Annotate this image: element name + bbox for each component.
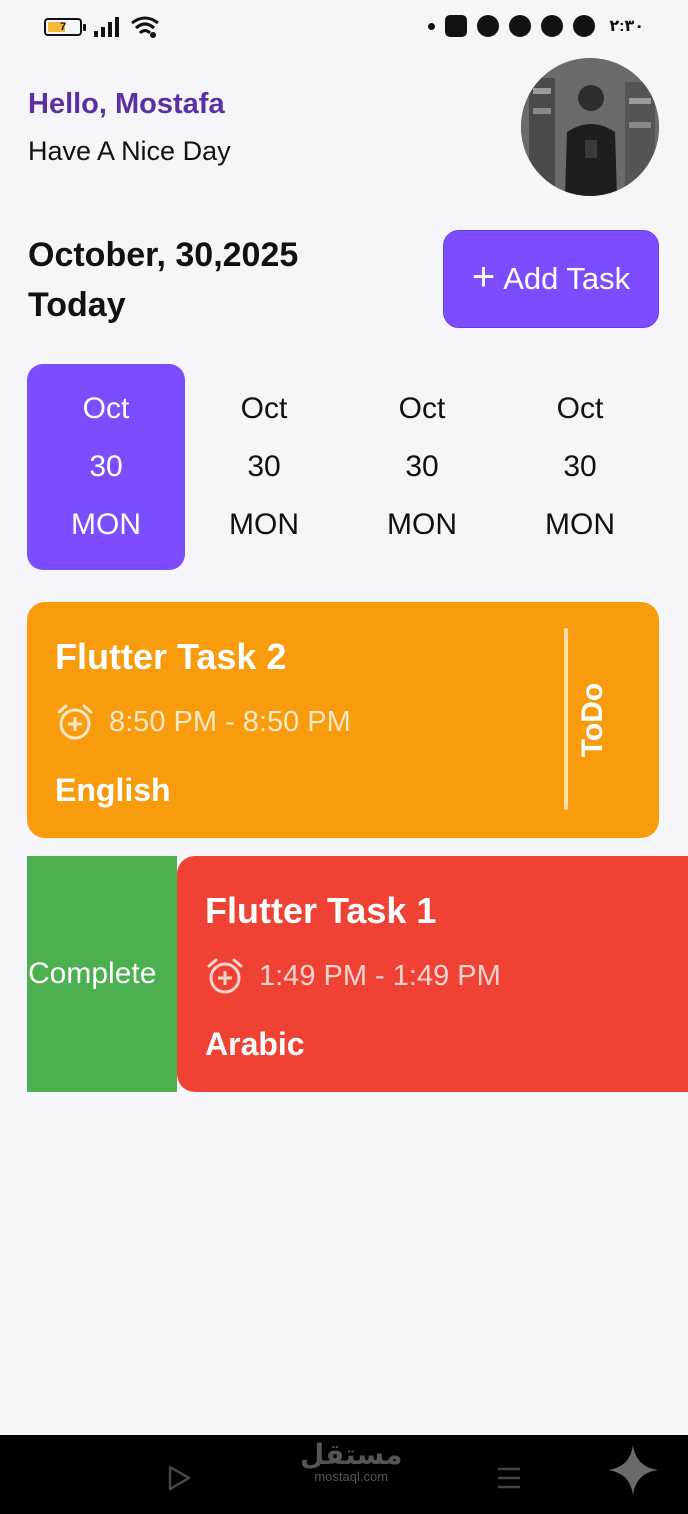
date-weekday: MON [545,508,615,541]
date-cell[interactable]: Oct 30 MON [501,364,659,570]
status-bar: 7 ٢:٣٠ [0,0,688,56]
date-month: Oct [556,392,604,425]
signal-icon [94,17,119,37]
today-label: Today [28,286,126,324]
complete-label: Complete [28,957,157,990]
alarm-add-icon [207,958,243,994]
app-icon [445,15,468,37]
complete-action[interactable]: Complete [27,856,177,1092]
task-status: ToDo [576,682,609,758]
battery-icon: 7 [44,18,86,36]
task-time: 8:50 PM - 8:50 PM [109,705,351,738]
date-cell[interactable]: Oct 30 MON [185,364,343,570]
play-icon[interactable] [166,1465,192,1491]
date-cell-selected[interactable]: Oct 30 MON [27,364,185,570]
task-card[interactable]: Flutter Task 1 1:49 PM - 1:49 PM Arabic [177,856,688,1092]
add-task-label: Add Task [503,261,631,296]
watermark-latin: mostaql.com [314,1469,389,1484]
wifi-icon [131,16,159,38]
greeting-subtitle: Have A Nice Day [28,136,231,166]
app-icon [477,15,500,37]
task-card[interactable]: Flutter Task 2 8:50 PM - 8:50 PM English… [27,602,659,838]
greeting-title: Hello, Mostafa [28,88,225,120]
status-divider [564,628,568,810]
date-month: Oct [82,392,130,425]
task-category: English [55,772,171,808]
watermark: مستقل mostaql.com [300,1439,403,1485]
chat-icon [573,15,596,37]
whatsapp-icon [541,15,564,37]
menu-icon[interactable] [496,1465,522,1491]
avatar-photo [521,58,659,196]
task-time-row: 1:49 PM - 1:49 PM [205,956,501,996]
system-nav-bar: مستقل mostaql.com [0,1435,688,1514]
status-right: ٢:٣٠ [428,15,644,37]
current-date: October, 30,2025 [28,236,299,274]
status-left: 7 [44,16,160,38]
watermark-arabic: مستقل [300,1439,403,1470]
avatar[interactable] [521,58,659,196]
gemini-star-icon[interactable] [606,1443,660,1497]
date-day: 30 [563,450,597,483]
task-title: Flutter Task 2 [55,636,287,677]
date-day: 30 [405,450,439,483]
alarm-add-icon [57,704,93,740]
task-time-row: 8:50 PM - 8:50 PM [55,702,351,742]
notification-dot [428,22,436,30]
date-weekday: MON [71,508,141,541]
date-month: Oct [240,392,288,425]
task-title: Flutter Task 1 [205,890,437,931]
date-cell[interactable]: Oct 30 MON [343,364,501,570]
date-weekday: MON [387,508,457,541]
battery-level: 7 [59,21,67,33]
date-month: Oct [398,392,446,425]
plus-icon: + [471,255,496,299]
date-day: 30 [89,450,123,483]
date-day: 30 [247,450,281,483]
clock: ٢:٣٠ [609,18,644,35]
task-time: 1:49 PM - 1:49 PM [259,959,501,992]
date-weekday: MON [229,508,299,541]
app-icon [509,15,532,37]
add-task-button[interactable]: + Add Task [443,230,659,328]
task-category: Arabic [205,1026,305,1062]
